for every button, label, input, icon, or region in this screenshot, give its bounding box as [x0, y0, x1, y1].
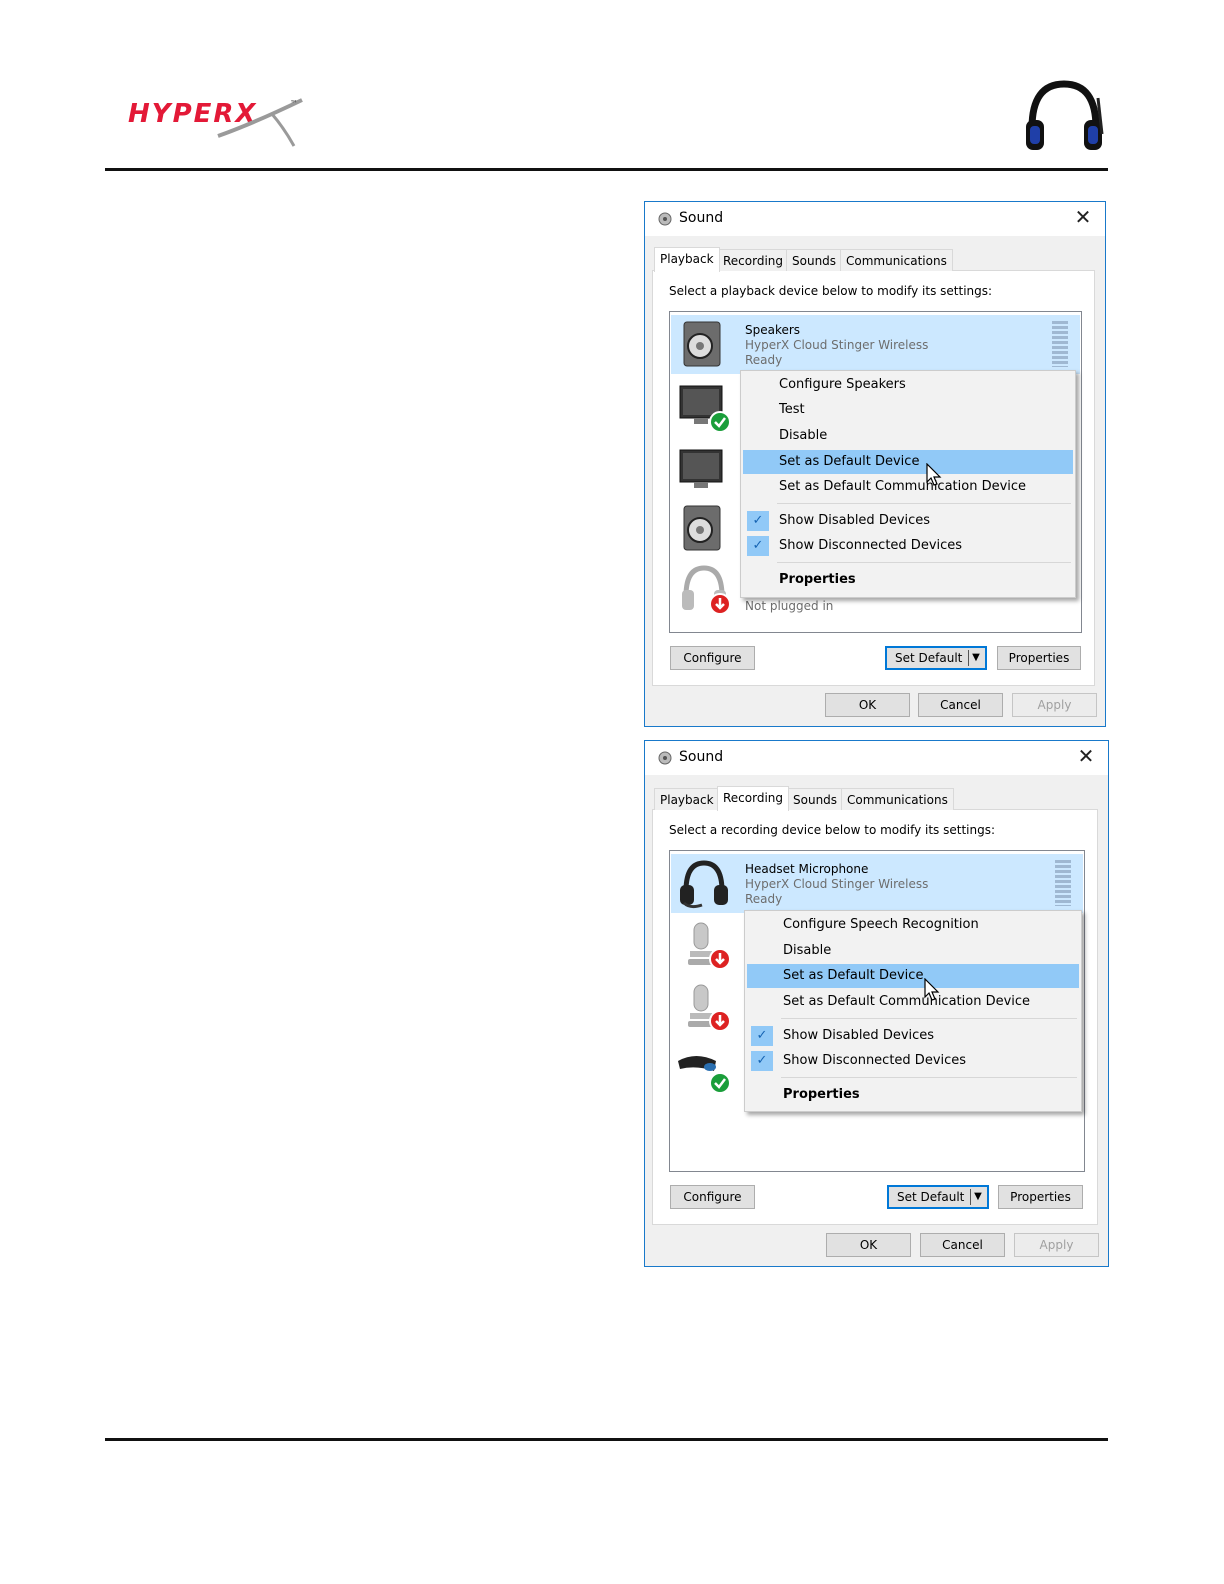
checkmark-icon: ✓	[751, 1026, 773, 1046]
menu-item-label: Show Disabled Devices	[779, 513, 931, 528]
device-description: HyperX Cloud Stinger Wireless	[745, 338, 929, 352]
menu-item-set-default-device[interactable]: Set as Default Device	[743, 450, 1073, 474]
monitor-default-icon[interactable]	[678, 382, 732, 434]
sound-app-icon	[658, 751, 672, 765]
tab-sounds[interactable]: Sounds	[787, 788, 844, 810]
level-meter	[1055, 860, 1071, 906]
menu-item-show-disconnected[interactable]: ✓ Show Disconnected Devices	[743, 534, 1073, 558]
microphone-unplugged-icon[interactable]	[684, 981, 736, 1033]
set-default-button[interactable]: Set Default ▼	[885, 646, 987, 670]
title-bar: Sound ✕	[645, 741, 1108, 775]
hyperx-logo: HYPERX ™	[122, 84, 312, 158]
menu-item-disable[interactable]: Disable	[747, 939, 1079, 963]
configure-button[interactable]: Configure	[670, 1185, 755, 1209]
menu-item-label: Show Disconnected Devices	[783, 1053, 967, 1068]
menu-item-properties[interactable]: Properties	[743, 568, 1073, 592]
set-default-label: Set Default	[897, 1190, 965, 1204]
tab-sounds[interactable]: Sounds	[786, 249, 843, 271]
tab-recording[interactable]: Recording	[717, 786, 790, 811]
svg-text:™: ™	[290, 99, 298, 108]
menu-item-configure-speech[interactable]: Configure Speech Recognition	[747, 913, 1079, 937]
ok-button[interactable]: OK	[825, 693, 910, 717]
device-status: Ready	[745, 892, 783, 906]
checkmark-icon: ✓	[747, 511, 769, 531]
headset-product-icon	[1022, 78, 1106, 156]
level-meter	[1052, 321, 1068, 367]
instruction-text: Select a playback device below to modify…	[669, 284, 993, 298]
menu-item-set-default-device[interactable]: Set as Default Device	[747, 964, 1079, 988]
menu-separator	[781, 1077, 1077, 1078]
ok-button[interactable]: OK	[826, 1233, 911, 1257]
menu-item-label: Show Disabled Devices	[783, 1028, 935, 1043]
mouse-cursor-icon	[926, 463, 942, 486]
dialog-title: Sound	[679, 749, 724, 765]
headphones-unplugged-icon[interactable]	[680, 562, 734, 616]
context-menu: Configure Speakers Test Disable Set as D…	[740, 370, 1076, 598]
apply-button[interactable]: Apply	[1012, 693, 1097, 717]
menu-separator	[777, 562, 1071, 563]
instruction-text: Select a recording device below to modif…	[669, 823, 996, 837]
microphone-unplugged-icon[interactable]	[684, 919, 736, 971]
menu-item-show-disabled[interactable]: ✓ Show Disabled Devices	[747, 1024, 1079, 1048]
menu-item-test[interactable]: Test	[743, 398, 1073, 422]
speaker-icon	[683, 321, 721, 367]
tab-communications[interactable]: Communications	[840, 249, 953, 271]
device-status-unplugged: Not plugged in	[745, 599, 834, 613]
footer-rule	[105, 1438, 1108, 1441]
menu-separator	[781, 1018, 1077, 1019]
apply-button[interactable]: Apply	[1014, 1233, 1099, 1257]
properties-button[interactable]: Properties	[997, 646, 1081, 670]
cancel-button[interactable]: Cancel	[920, 1233, 1005, 1257]
dialog-title: Sound	[679, 210, 724, 226]
close-icon[interactable]: ✕	[1074, 744, 1098, 768]
monitor-icon[interactable]	[678, 446, 732, 494]
menu-item-properties[interactable]: Properties	[747, 1083, 1079, 1107]
close-icon[interactable]: ✕	[1071, 205, 1095, 229]
tab-playback[interactable]: Playback	[654, 247, 720, 272]
menu-item-label: Show Disconnected Devices	[779, 538, 963, 553]
sound-dialog-recording: Sound ✕ Playback Recording Sounds Commun…	[644, 740, 1109, 1267]
menu-item-set-default-communication[interactable]: Set as Default Communication Device	[747, 990, 1079, 1014]
chevron-down-icon[interactable]: ▼	[968, 650, 983, 666]
sound-dialog-playback: Sound ✕ Playback Recording Sounds Commun…	[644, 201, 1106, 727]
menu-item-disable[interactable]: Disable	[743, 424, 1073, 448]
mouse-cursor-icon	[924, 978, 940, 1001]
tab-recording[interactable]: Recording	[717, 249, 790, 271]
checkmark-icon: ✓	[751, 1051, 773, 1071]
webcam-default-icon[interactable]	[676, 1049, 736, 1099]
device-description: HyperX Cloud Stinger Wireless	[745, 877, 929, 891]
cancel-button[interactable]: Cancel	[918, 693, 1003, 717]
menu-item-configure-speakers[interactable]: Configure Speakers	[743, 373, 1073, 397]
context-menu: Configure Speech Recognition Disable Set…	[744, 910, 1082, 1112]
menu-item-set-default-communication[interactable]: Set as Default Communication Device	[743, 475, 1073, 499]
tab-playback[interactable]: Playback	[654, 788, 720, 810]
menu-item-show-disabled[interactable]: ✓ Show Disabled Devices	[743, 509, 1073, 533]
tab-communications[interactable]: Communications	[841, 788, 954, 810]
title-bar: Sound ✕	[645, 202, 1105, 236]
configure-button[interactable]: Configure	[670, 646, 755, 670]
set-default-label: Set Default	[895, 651, 963, 665]
logo-text: HYPERX	[128, 99, 257, 129]
menu-item-show-disconnected[interactable]: ✓ Show Disconnected Devices	[747, 1049, 1079, 1073]
header-rule	[105, 168, 1108, 171]
checkmark-icon: ✓	[747, 536, 769, 556]
chevron-down-icon[interactable]: ▼	[970, 1189, 985, 1205]
headset-microphone-icon	[680, 860, 728, 909]
speaker-icon[interactable]	[680, 502, 724, 554]
properties-button[interactable]: Properties	[998, 1185, 1083, 1209]
set-default-button[interactable]: Set Default ▼	[887, 1185, 989, 1209]
sound-app-icon	[658, 212, 672, 226]
device-name: Speakers	[745, 323, 801, 337]
device-status: Ready	[745, 353, 783, 367]
menu-separator	[777, 503, 1071, 504]
device-name: Headset Microphone	[745, 862, 869, 876]
